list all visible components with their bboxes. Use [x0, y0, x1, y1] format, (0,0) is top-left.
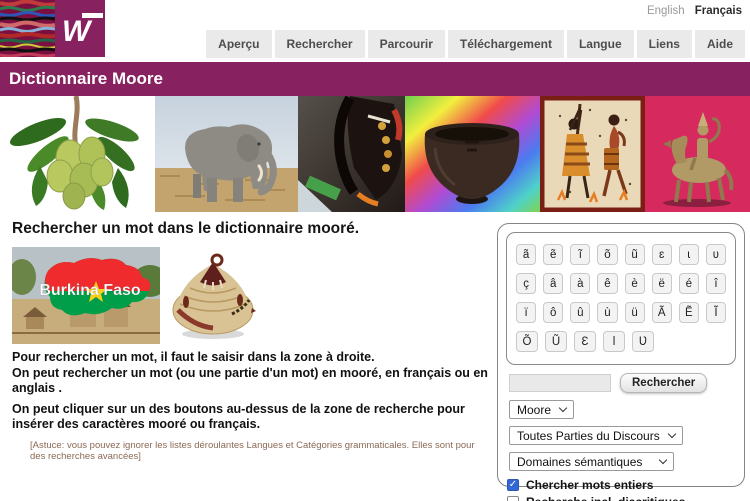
- char-button[interactable]: ù: [597, 302, 617, 323]
- nav-aide[interactable]: Aide: [695, 30, 745, 58]
- char-button[interactable]: â: [543, 273, 563, 294]
- search-panel: ã ẽ ĩ õ ũ ɛ ɩ ʋ ç â à ê è ë é î ï ô û ù …: [497, 223, 745, 487]
- char-button[interactable]: ʋ: [706, 244, 726, 265]
- search-input[interactable]: [509, 374, 611, 392]
- part-of-speech-select-value: Toutes Parties du Discours: [517, 429, 660, 443]
- elephant-image: [155, 96, 298, 212]
- char-button[interactable]: ç: [516, 273, 536, 294]
- search-options: Chercher mots entiers Recherche incl. di…: [507, 478, 744, 501]
- char-button[interactable]: î: [706, 273, 726, 294]
- char-button[interactable]: Ɛ: [574, 331, 596, 352]
- char-row-3: ï ô û ù ü Ã Ẽ Ĩ: [516, 302, 726, 323]
- w-logo-mark: W: [55, 0, 105, 57]
- clay-pot-rainbow-image: [405, 96, 540, 212]
- char-row-1: ã ẽ ĩ õ ũ ɛ ɩ ʋ: [516, 244, 726, 265]
- char-button[interactable]: ã: [516, 244, 536, 265]
- svg-text:Burkina Faso: Burkina Faso: [39, 282, 141, 299]
- burkina-faso-map-image: Burkina Faso: [12, 247, 160, 344]
- char-button[interactable]: ũ: [625, 244, 645, 265]
- nav-telechargement[interactable]: Téléchargement: [448, 30, 564, 58]
- language-switcher: English Français: [647, 5, 742, 17]
- char-button[interactable]: Ʋ: [632, 331, 654, 352]
- instruction-line-1: Pour rechercher un mot, il faut le saisi…: [12, 350, 492, 365]
- chevron-down-icon: [667, 430, 675, 438]
- woven-hat-image: [170, 252, 256, 344]
- char-button[interactable]: Ã: [652, 302, 672, 323]
- bronze-horseman-statue-image: [645, 96, 750, 212]
- char-button[interactable]: Ĩ: [706, 302, 726, 323]
- site-title-banner: Dictionnaire Moore: [0, 62, 750, 96]
- shea-fruit-branch-image: [0, 96, 155, 212]
- nav-parcourir[interactable]: Parcourir: [368, 30, 445, 58]
- language-select-value: Moore: [517, 403, 551, 417]
- char-button[interactable]: ô: [543, 302, 563, 323]
- diacritics-option: Recherche incl. diacritiques: [507, 495, 744, 501]
- lang-link-francais[interactable]: Français: [695, 5, 742, 17]
- webonary-logo[interactable]: W: [0, 0, 105, 57]
- search-button[interactable]: Rechercher: [620, 373, 707, 393]
- char-row-4: Õ Ũ Ɛ Ɩ Ʋ: [516, 331, 726, 352]
- intro-images: Burkina Faso: [12, 247, 492, 344]
- nav-rechercher[interactable]: Rechercher: [275, 30, 365, 58]
- part-of-speech-select[interactable]: Toutes Parties du Discours: [509, 426, 683, 445]
- char-button[interactable]: ĩ: [570, 244, 590, 265]
- lang-link-english[interactable]: English: [647, 5, 685, 17]
- whole-words-label: Chercher mots entiers: [526, 478, 653, 492]
- char-button[interactable]: ɛ: [652, 244, 672, 265]
- african-batik-art-image: [540, 96, 645, 212]
- main-content: Rechercher un mot dans le dictionnaire m…: [0, 220, 492, 462]
- search-tip: [Astuce: vous pouvez ignorer les listes …: [30, 440, 492, 462]
- site-title: Dictionnaire Moore: [9, 69, 163, 89]
- char-button[interactable]: ẽ: [543, 244, 563, 265]
- chevron-down-icon: [659, 456, 667, 464]
- whole-words-option: Chercher mots entiers: [507, 478, 744, 492]
- char-button[interactable]: Ɩ: [603, 331, 625, 352]
- diacritics-label: Recherche incl. diacritiques: [526, 495, 685, 501]
- char-button[interactable]: ë: [652, 273, 672, 294]
- textile-logo-image: [0, 0, 55, 57]
- language-select[interactable]: Moore: [509, 400, 574, 419]
- diacritics-checkbox[interactable]: [507, 496, 519, 501]
- semantic-domain-select[interactable]: Domaines sémantiques: [509, 452, 674, 471]
- char-row-2: ç â à ê è ë é î: [516, 273, 726, 294]
- char-button[interactable]: ê: [597, 273, 617, 294]
- char-button[interactable]: Ẽ: [679, 302, 699, 323]
- header-image-strip: [0, 96, 750, 212]
- char-button[interactable]: õ: [597, 244, 617, 265]
- char-button[interactable]: à: [570, 273, 590, 294]
- search-row: Rechercher: [509, 373, 736, 393]
- char-button[interactable]: ü: [625, 302, 645, 323]
- nav-liens[interactable]: Liens: [637, 30, 692, 58]
- header: W English Français Aperçu Rechercher Parc…: [0, 0, 750, 62]
- main-nav: Aperçu Rechercher Parcourir Téléchargeme…: [206, 30, 745, 58]
- char-button[interactable]: ɩ: [679, 244, 699, 265]
- instructions: Pour rechercher un mot, il faut le saisi…: [12, 350, 492, 432]
- special-character-keypad: ã ẽ ĩ õ ũ ɛ ɩ ʋ ç â à ê è ë é î ï ô û ù …: [506, 232, 736, 365]
- char-button[interactable]: é: [679, 273, 699, 294]
- svg-text:W: W: [62, 15, 93, 48]
- char-button[interactable]: è: [625, 273, 645, 294]
- nav-apercu[interactable]: Aperçu: [206, 30, 271, 58]
- decorated-horse-head-image: [298, 96, 405, 212]
- char-button[interactable]: ï: [516, 302, 536, 323]
- chevron-down-icon: [559, 404, 567, 412]
- instruction-line-3: On peut cliquer sur un des boutons au-de…: [12, 402, 484, 432]
- semantic-domain-select-value: Domaines sémantiques: [517, 455, 642, 469]
- whole-words-checkbox[interactable]: [507, 479, 519, 491]
- char-button[interactable]: Õ: [516, 331, 538, 352]
- instruction-line-2: On peut rechercher un mot (ou une partie…: [12, 366, 492, 396]
- char-button[interactable]: û: [570, 302, 590, 323]
- page-title: Rechercher un mot dans le dictionnaire m…: [12, 220, 492, 238]
- nav-langue[interactable]: Langue: [567, 30, 634, 58]
- char-button[interactable]: Ũ: [545, 331, 567, 352]
